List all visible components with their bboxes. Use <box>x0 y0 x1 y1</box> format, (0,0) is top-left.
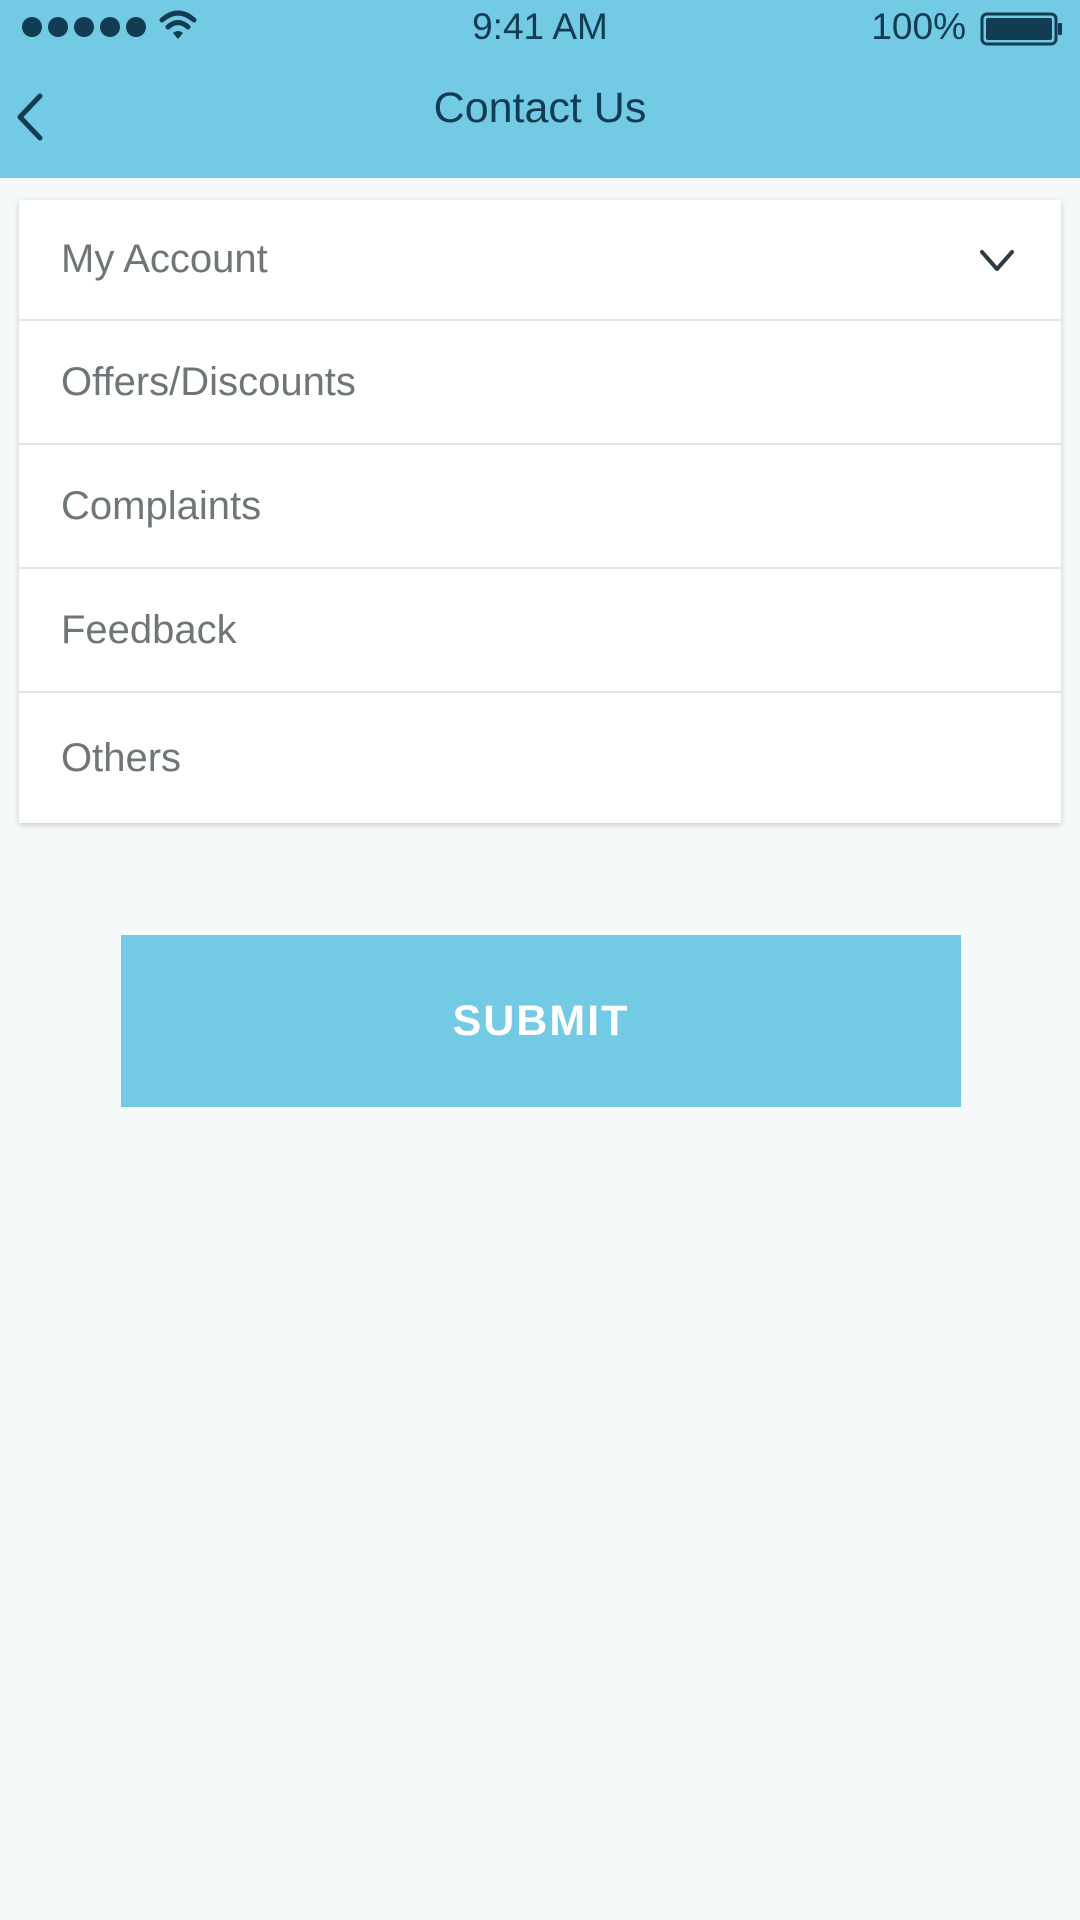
status-bar: 9:41 AM 100% <box>0 0 1080 54</box>
topic-option-label: Others <box>61 735 182 780</box>
topic-selected-label: My Account <box>61 237 268 281</box>
topic-option-label: Complaints <box>61 483 262 528</box>
page-title: Contact Us <box>433 84 647 132</box>
topic-option-label: Offers/Discounts <box>61 359 356 404</box>
topic-option-others[interactable]: Others <box>19 693 1061 823</box>
topic-dropdown-selected[interactable]: My Account <box>19 200 1061 321</box>
topic-option-feedback[interactable]: Feedback <box>19 569 1061 693</box>
top-bar: 9:41 AM 100% Contact Us <box>0 0 1080 178</box>
submit-button[interactable]: SUBMIT <box>121 935 961 1107</box>
topic-option-label: Feedback <box>61 607 237 652</box>
battery-percent: 100% <box>871 6 966 47</box>
topic-option-offers-discounts[interactable]: Offers/Discounts <box>19 321 1061 445</box>
battery-icon <box>980 12 1062 46</box>
topic-option-complaints[interactable]: Complaints <box>19 445 1061 569</box>
chevron-down-icon <box>980 250 1014 271</box>
topic-dropdown-list: My Account Offers/Discounts Complaints F… <box>19 200 1061 823</box>
